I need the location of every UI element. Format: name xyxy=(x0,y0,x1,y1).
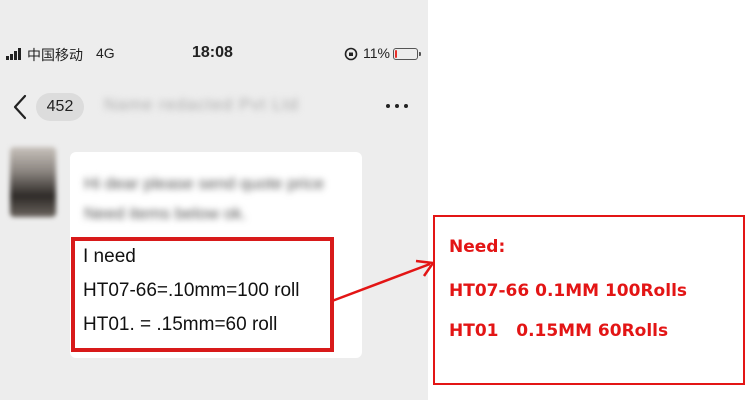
back-chevron-icon[interactable] xyxy=(12,94,28,120)
order-summary-box: Need: HT07-66 0.1MM 100Rolls HT01 0.15MM… xyxy=(433,215,745,385)
annotation-heading: Need: xyxy=(449,237,506,257)
battery-percentage: 11% xyxy=(363,45,390,61)
annotation-arrow xyxy=(331,259,436,303)
carrier-name: 中国移动 xyxy=(27,47,83,63)
message-highlight-box xyxy=(71,237,334,352)
more-options-icon[interactable] xyxy=(386,104,410,110)
contact-avatar[interactable] xyxy=(10,147,56,217)
annotation-line: HT01 0.15MM 60Rolls xyxy=(449,321,669,341)
battery-icon xyxy=(393,48,421,60)
battery-level xyxy=(395,50,397,58)
rotation-lock-icon xyxy=(344,47,358,61)
chat-header: 452 Name redacted Pvt Ltd xyxy=(0,80,428,136)
status-time: 18:08 xyxy=(192,44,233,61)
signal-strength-icon xyxy=(6,48,26,60)
status-bar: 中国移动 4G 18:08 11% xyxy=(0,36,428,72)
blurred-message-line: Hi dear please send quote price xyxy=(84,174,325,193)
chat-title: Name redacted Pvt Ltd xyxy=(104,95,299,114)
unread-count-badge[interactable]: 452 xyxy=(36,93,84,121)
network-type: 4G xyxy=(96,45,115,61)
blurred-message-line: Need items below ok. xyxy=(84,204,247,223)
annotation-line: HT07-66 0.1MM 100Rolls xyxy=(449,281,688,301)
phone-screenshot: 中国移动 4G 18:08 11% 452 Name redacted Pvt … xyxy=(0,0,428,400)
